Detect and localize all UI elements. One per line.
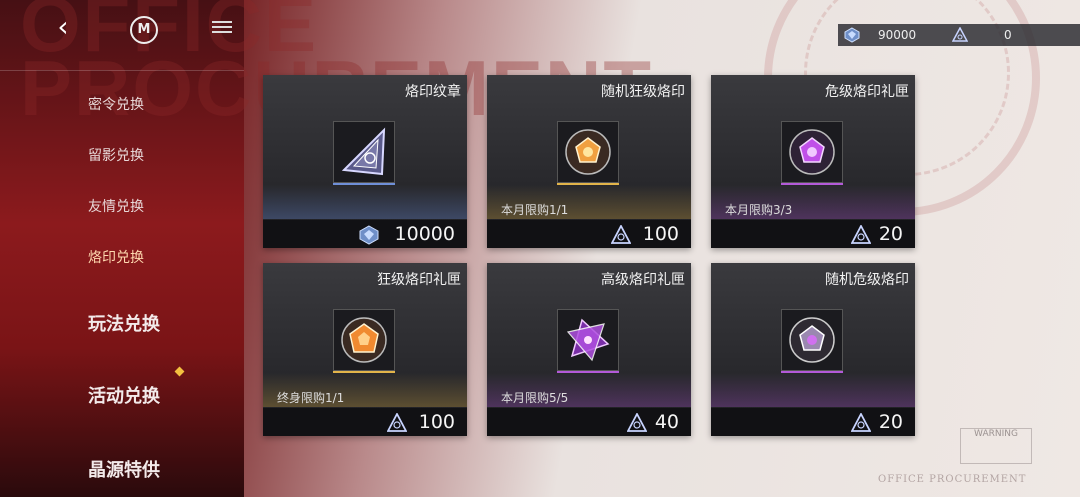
card-title: 危级烙印礼匣: [825, 84, 909, 100]
item-frame: [557, 309, 619, 371]
purchase-limit: 本月限购5/5: [501, 391, 569, 405]
purchase-limit: 终身限购1/1: [277, 391, 345, 405]
sidebar-item-jingyuan[interactable]: 晶源特供: [88, 456, 160, 482]
price-value: 10000: [394, 223, 455, 245]
rarity-glow: [711, 373, 915, 407]
seal-emblem-icon: [341, 127, 386, 176]
price-bar: 40: [487, 408, 691, 436]
price-value: 20: [878, 411, 903, 433]
card-title: 高级烙印礼匣: [601, 272, 685, 288]
sidebar-item-mingling[interactable]: 密令兑换: [88, 94, 144, 114]
seal-token-icon: [611, 225, 631, 244]
dodecahedron-orange-icon: [341, 317, 387, 363]
seal-token-icon: [952, 27, 968, 42]
back-chevron-icon[interactable]: ‹: [48, 12, 78, 42]
price-value: 100: [418, 411, 455, 433]
shop-card[interactable]: 危级烙印礼匣 本月限购3/3 20: [711, 75, 915, 248]
top-bar: ‹ M: [0, 0, 244, 56]
price-bar: 20: [711, 408, 915, 436]
dodecahedron-silver-icon: [789, 317, 835, 363]
seal-token-icon: [851, 413, 871, 432]
dodecahedron-purple-icon: [789, 129, 835, 175]
sidebar-item-youqing[interactable]: 友情兑换: [88, 196, 144, 216]
price-bar: 100: [263, 408, 467, 436]
price-value: 40: [654, 411, 679, 433]
shop-card[interactable]: 随机狂级烙印 本月限购1/1 100: [487, 75, 691, 248]
sidebar-item-liuying[interactable]: 留影兑换: [88, 145, 144, 165]
price-bar: 100: [487, 220, 691, 248]
warning-label: WARNING: [960, 428, 1032, 464]
notification-dot: [174, 366, 185, 377]
shop-card[interactable]: 狂级烙印礼匣 终身限购1/1 100: [263, 263, 467, 436]
price-bar: 20: [711, 220, 915, 248]
crystal-icon: [844, 27, 860, 43]
shop-card[interactable]: 高级烙印礼匣 本月限购5/5 40: [487, 263, 691, 436]
sidebar-item-wanfa[interactable]: 玩法兑换: [88, 310, 160, 336]
card-title: 随机危级烙印: [825, 272, 909, 288]
item-frame: [333, 121, 395, 183]
dodecahedron-orange-icon: [565, 129, 611, 175]
star-seal-purple-icon: [566, 318, 610, 362]
price-bar: 10000: [263, 220, 467, 248]
item-frame: [557, 121, 619, 183]
divider: [0, 70, 244, 71]
footer-watermark: OFFICE PROCUREMENT: [878, 474, 1027, 485]
seal-token-icon: [627, 413, 647, 432]
crystal-icon: [359, 225, 379, 245]
game-logo: M: [130, 16, 158, 44]
seal-token-icon: [387, 413, 407, 432]
price-value: 20: [878, 223, 903, 245]
menu-icon[interactable]: [212, 18, 232, 38]
sidebar: OFFICE PROCUREMENT ‹ M 密令兑换 留影兑换 友情兑换 烙印…: [0, 0, 651, 497]
item-frame: [781, 309, 843, 371]
rarity-glow: [263, 185, 467, 219]
sidebar-item-laoyin[interactable]: 烙印兑换: [88, 247, 144, 267]
seal-token-amount: 0: [1004, 28, 1012, 42]
shop-card[interactable]: 烙印纹章 10000: [263, 75, 467, 248]
shop-card[interactable]: 随机危级烙印 20: [711, 263, 915, 436]
purchase-limit: 本月限购3/3: [725, 203, 793, 217]
purchase-limit: 本月限购1/1: [501, 203, 569, 217]
currency-bar: 90000 0: [838, 24, 1080, 46]
item-frame: [781, 121, 843, 183]
card-title: 烙印纹章: [405, 84, 461, 100]
item-frame: [333, 309, 395, 371]
card-title: 狂级烙印礼匣: [377, 272, 461, 288]
crystal-amount: 90000: [878, 28, 917, 42]
seal-token-icon: [851, 225, 871, 244]
card-title: 随机狂级烙印: [601, 84, 685, 100]
price-value: 100: [642, 223, 679, 245]
sidebar-item-huodong[interactable]: 活动兑换: [88, 382, 160, 408]
